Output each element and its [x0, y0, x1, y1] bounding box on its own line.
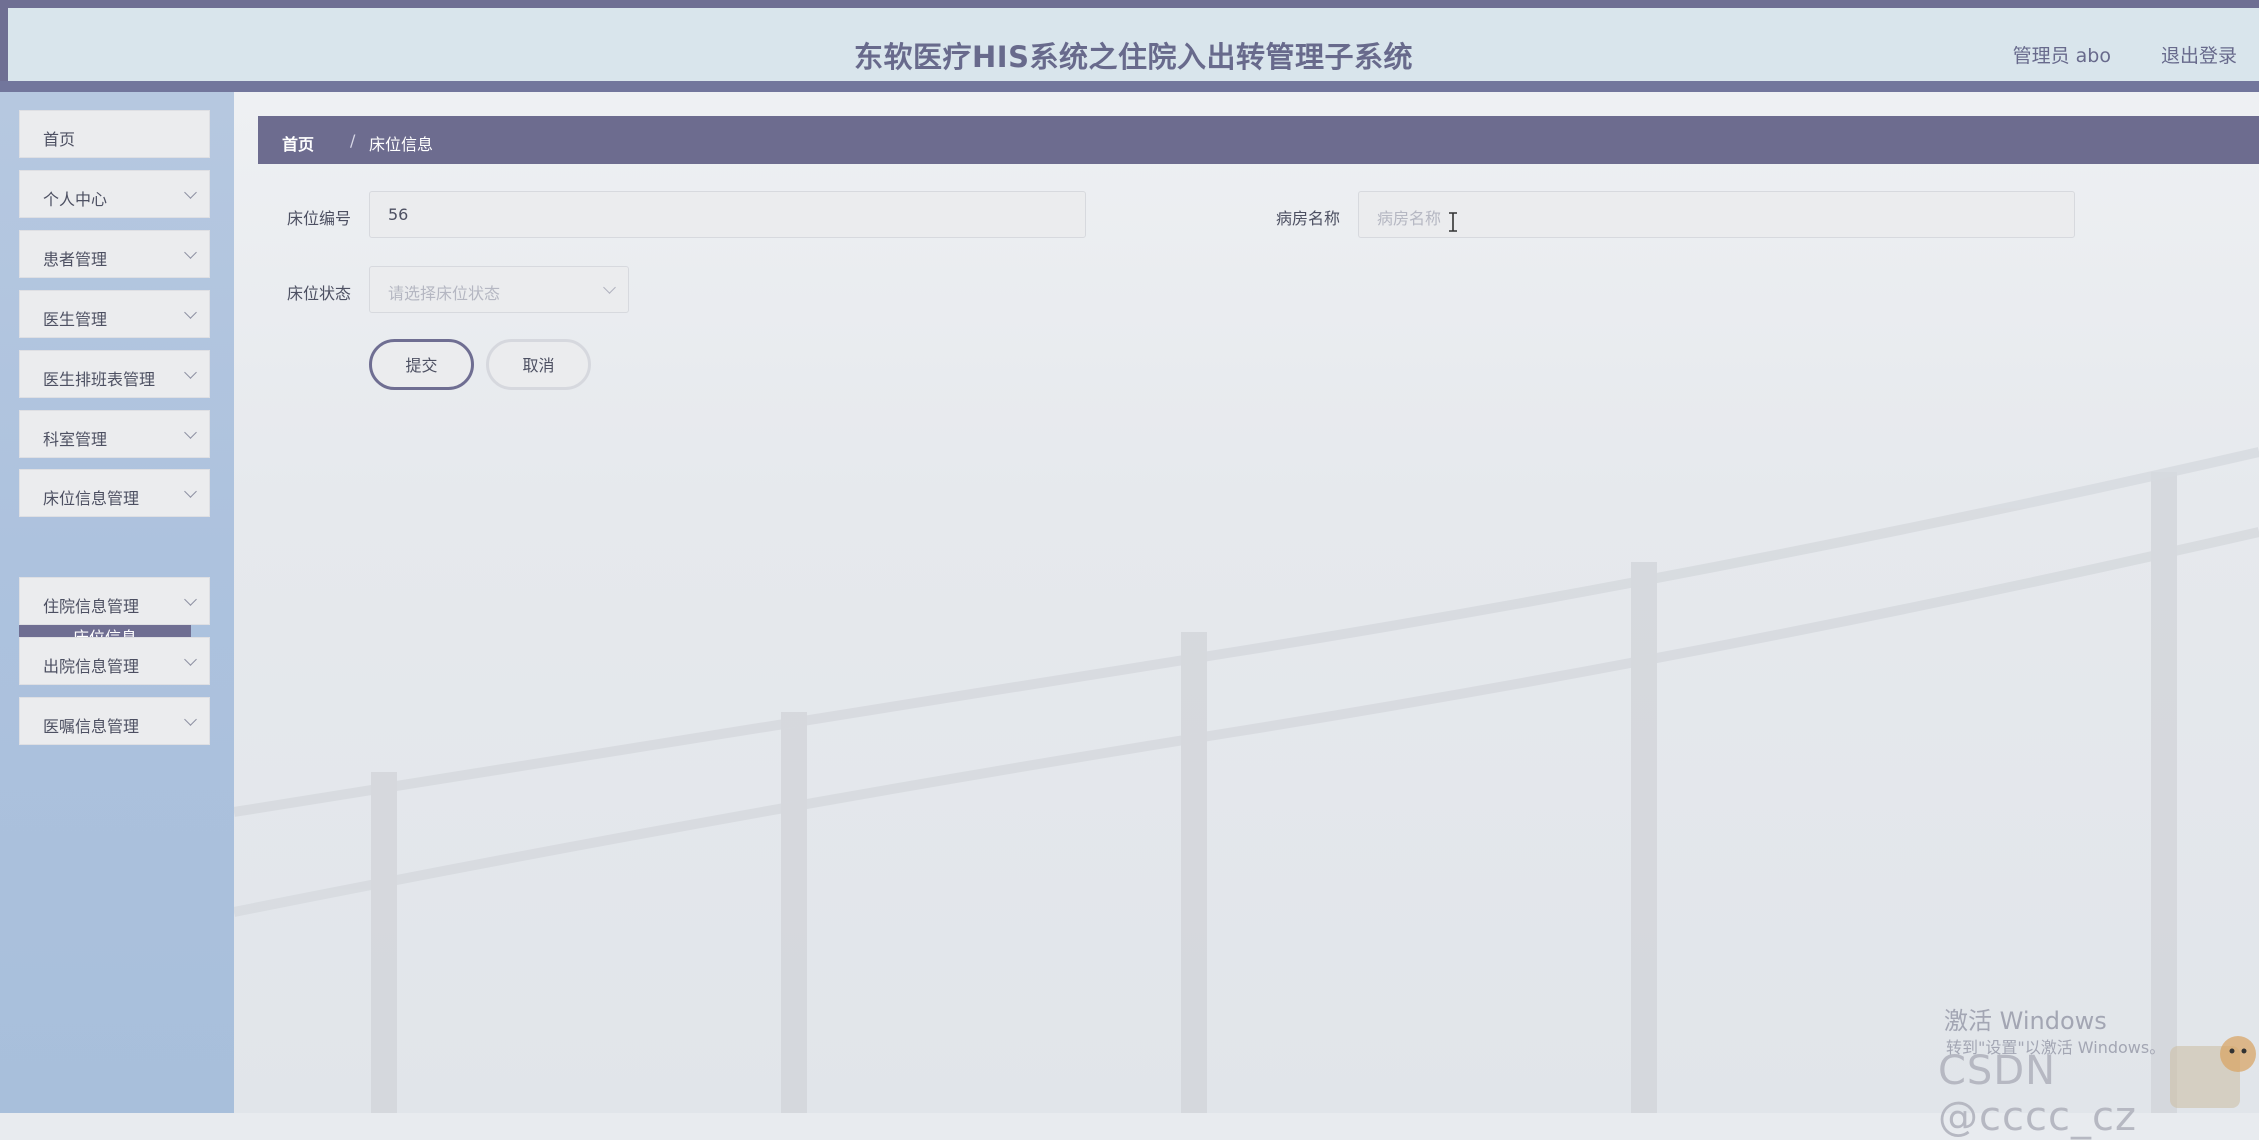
- cancel-button[interactable]: 取消: [486, 339, 591, 390]
- sidebar-item-discharge-management[interactable]: 出院信息管理: [19, 637, 210, 685]
- sidebar-item-doctor-schedule[interactable]: 医生排班表管理: [19, 350, 210, 398]
- sidebar-item-label: 住院信息管理: [43, 597, 140, 616]
- breadcrumb-current: 床位信息: [369, 135, 434, 154]
- bed-number-input[interactable]: 56: [369, 191, 1086, 238]
- app-title: 东软医疗HIS系统之住院入出转管理子系统: [854, 40, 1413, 74]
- chevron-down-icon: [184, 246, 197, 259]
- chevron-down-icon: [184, 306, 197, 319]
- ward-name-input[interactable]: 病房名称: [1358, 191, 2075, 238]
- bed-number-value: 56: [388, 205, 409, 224]
- bed-status-select[interactable]: 请选择床位状态: [369, 266, 629, 313]
- ward-name-placeholder: 病房名称: [1377, 209, 1442, 228]
- sidebar-item-label: 患者管理: [43, 250, 108, 269]
- header-bottom-strip: [0, 81, 2259, 92]
- submit-button[interactable]: 提交: [369, 339, 474, 390]
- chevron-down-icon: [184, 366, 197, 379]
- sidebar-item-admission-management[interactable]: 住院信息管理: [19, 577, 210, 625]
- chevron-down-icon: [184, 713, 197, 726]
- chevron-down-icon: [184, 186, 197, 199]
- header-top-strip: [0, 0, 2259, 8]
- bed-number-label: 床位编号: [287, 209, 352, 228]
- sidebar-item-label: 出院信息管理: [43, 657, 140, 676]
- chevron-down-icon: [603, 281, 616, 294]
- chevron-down-icon: [184, 426, 197, 439]
- sidebar-item-label: 医生管理: [43, 310, 108, 329]
- sidebar-item-label: 科室管理: [43, 430, 108, 449]
- main-content: 首页 / 床位信息 床位编号 56 病房名称 病房名称 床位状态 请选择床位状态…: [234, 92, 2259, 1113]
- sidebar-item-home[interactable]: 首页: [19, 110, 210, 158]
- sidebar-item-label: 首页: [43, 130, 76, 149]
- sidebar-item-label: 医嘱信息管理: [43, 717, 140, 736]
- breadcrumb: 首页 / 床位信息: [258, 116, 2259, 164]
- sidebar-item-personal-center[interactable]: 个人中心: [19, 170, 210, 218]
- ward-name-label: 病房名称: [1276, 209, 1341, 228]
- sidebar-item-bed-management[interactable]: 床位信息管理: [19, 469, 210, 517]
- app-header: 东软医疗HIS系统之住院入出转管理子系统 管理员 abo 退出登录: [0, 8, 2259, 81]
- chevron-down-icon: [184, 593, 197, 606]
- sidebar: 首页 个人中心 患者管理 医生管理 医生排班表管理 科室管理 床位信息管理 床位…: [0, 92, 234, 1113]
- text-cursor-icon: [1449, 212, 1457, 232]
- chevron-down-icon: [184, 485, 197, 498]
- corner-avatar-icon: [2170, 1036, 2256, 1108]
- bed-status-placeholder: 请选择床位状态: [388, 284, 501, 303]
- windows-activation-title: 激活 Windows: [1944, 1007, 2107, 1035]
- chevron-down-icon: [184, 653, 197, 666]
- sidebar-item-department-management[interactable]: 科室管理: [19, 410, 210, 458]
- sidebar-item-label: 床位信息管理: [43, 489, 140, 508]
- breadcrumb-separator: /: [350, 131, 356, 150]
- bed-status-label: 床位状态: [287, 284, 352, 303]
- breadcrumb-home-link[interactable]: 首页: [282, 131, 314, 155]
- background-fence-image: [234, 447, 2259, 1113]
- sidebar-item-label: 个人中心: [43, 190, 108, 209]
- sidebar-item-label: 医生排班表管理: [43, 370, 156, 389]
- current-user-label: 管理员 abo: [2012, 45, 2111, 67]
- sidebar-item-medical-order-management[interactable]: 医嘱信息管理: [19, 697, 210, 745]
- sidebar-item-doctor-management[interactable]: 医生管理: [19, 290, 210, 338]
- logout-link[interactable]: 退出登录: [2161, 41, 2237, 68]
- sidebar-item-patient-management[interactable]: 患者管理: [19, 230, 210, 278]
